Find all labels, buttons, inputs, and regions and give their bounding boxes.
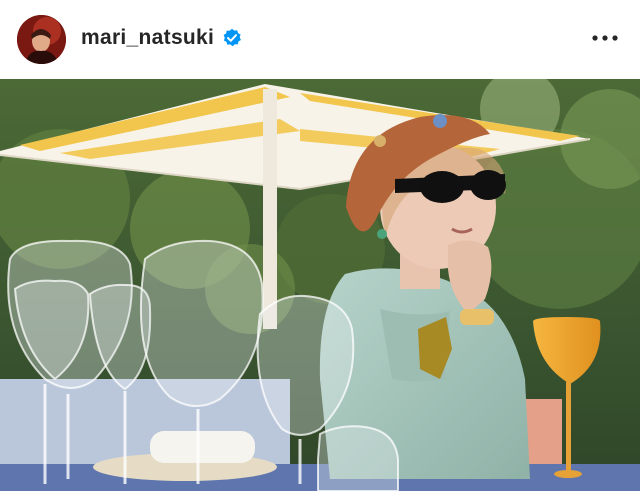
post-header: mari_natsuki: [0, 0, 640, 78]
avatar-image: [17, 15, 66, 64]
avatar[interactable]: [17, 15, 66, 64]
post-photo-image: [0, 79, 640, 491]
more-options-icon[interactable]: [590, 30, 620, 46]
instagram-post: mari_natsuki: [0, 0, 640, 491]
username-link[interactable]: mari_natsuki: [81, 26, 214, 50]
verified-badge-icon: [223, 28, 241, 47]
post-photo[interactable]: [0, 79, 640, 491]
